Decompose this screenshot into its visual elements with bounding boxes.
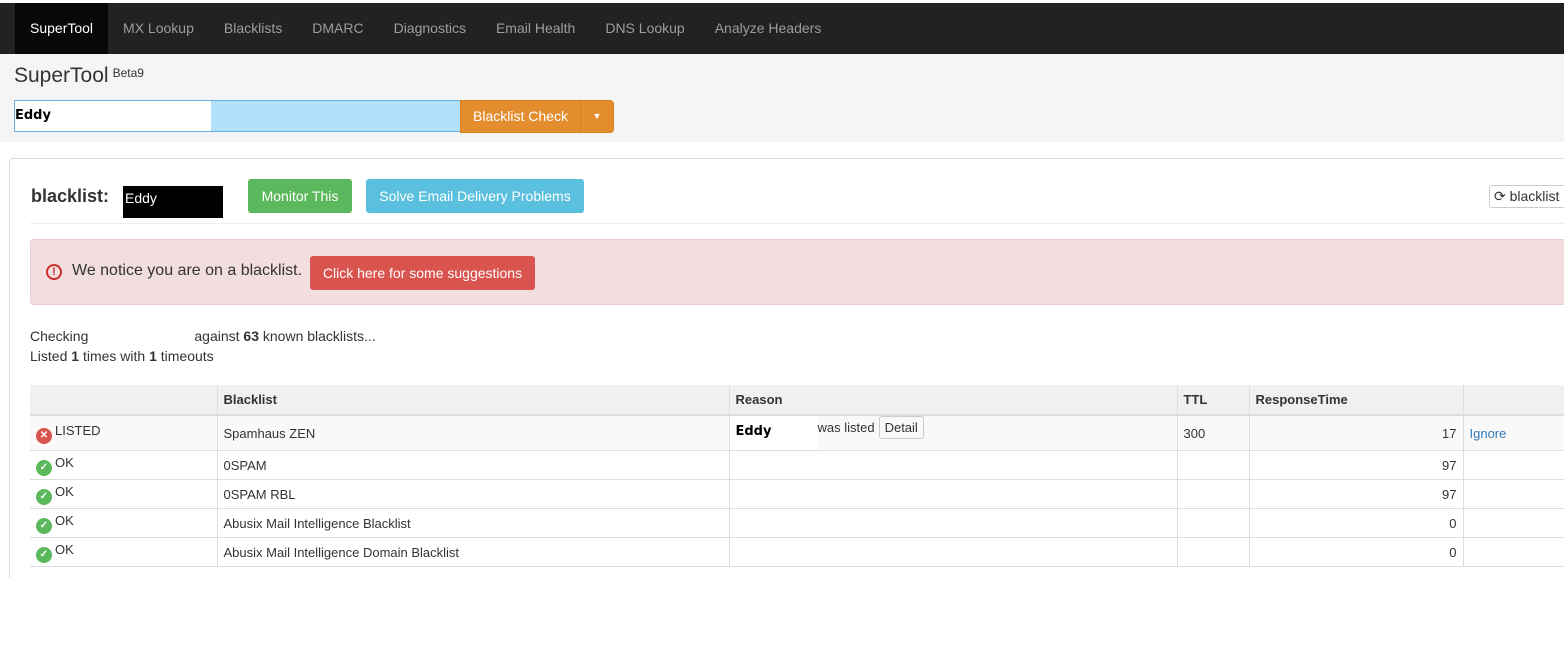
table-row: ✓ OK Abusix Mail Intelligence Domain Black… <box>30 537 1564 567</box>
divider <box>30 223 1564 224</box>
check-circle-icon: ✓ <box>36 546 52 563</box>
solve-problems-button[interactable]: Solve Email Delivery Problems <box>366 179 584 213</box>
blacklist-name: 0SPAM <box>216 450 729 480</box>
results-panel: blacklist: Eddy Monitor This Solve Email… <box>9 158 1564 578</box>
results-table: Blacklist Reason TTL ResponseTime ✕ LISTE… <box>30 385 1564 567</box>
search-input[interactable]: Eddy <box>14 100 461 132</box>
table-row: ✓ OK 0SPAM 97 <box>30 450 1564 480</box>
nav-dmarc[interactable]: DMARC <box>297 3 378 54</box>
status-text: OK <box>55 483 74 499</box>
result-label: blacklist: <box>31 186 110 206</box>
nav-dns-lookup[interactable]: DNS Lookup <box>590 3 699 54</box>
suggestions-button[interactable]: Click here for some suggestions <box>310 256 535 290</box>
title-text: SuperTool <box>14 64 109 87</box>
check-circle-icon: ✓ <box>36 517 52 534</box>
blacklist-name: Spamhaus ZEN <box>216 414 729 451</box>
blacklist-name: Abusix Mail Intelligence Domain Blacklis… <box>216 537 729 567</box>
nav-analyze-headers[interactable]: Analyze Headers <box>700 3 837 54</box>
top-nav: SuperTool MX Lookup Blacklists DMARC Dia… <box>0 3 1564 54</box>
col-response-time: ResponseTime <box>1248 385 1463 416</box>
reason-target: Eddy <box>729 416 818 450</box>
nav-diagnostics[interactable]: Diagnostics <box>379 3 481 54</box>
nav-email-health[interactable]: Email Health <box>481 3 590 54</box>
blacklist-check-button[interactable]: Blacklist Check <box>460 100 581 133</box>
ttl: 300 <box>1176 414 1249 451</box>
page-title: SuperTool Beta9 <box>14 64 144 88</box>
exclamation-icon: ! <box>46 264 62 280</box>
ignore-link[interactable]: Ignore <box>1470 426 1507 441</box>
check-circle-icon: ✓ <box>36 488 52 505</box>
col-ttl: TTL <box>1176 385 1249 416</box>
blacklist-name: Abusix Mail Intelligence Blacklist <box>216 508 729 538</box>
refresh-blacklist-button[interactable]: ⟳ blacklist <box>1489 185 1564 208</box>
table-row: ✓ OK Abusix Mail Intelligence Blacklist 0 <box>30 508 1564 538</box>
checking-summary: Checking against 63 known blacklists... <box>30 328 376 344</box>
col-status <box>30 385 217 416</box>
col-reason: Reason <box>728 385 1177 416</box>
version-badge: Beta9 <box>112 66 144 80</box>
reason-text: was listed <box>817 420 875 435</box>
alert-text: We notice you are on a blacklist. <box>72 262 303 279</box>
status-text: OK <box>55 512 74 528</box>
result-target: Eddy <box>123 186 223 218</box>
response-time: 17 <box>1248 414 1463 451</box>
response-time: 97 <box>1248 450 1463 480</box>
blacklist-name: 0SPAM RBL <box>216 479 729 509</box>
status-text: LISTED <box>55 422 101 438</box>
dropdown-caret-icon[interactable]: ▼ <box>580 100 614 133</box>
blacklist-alert: ! We notice you are on a blacklist. Clic… <box>30 239 1564 305</box>
status-text: OK <box>55 454 74 470</box>
refresh-label: blacklist <box>1509 188 1560 204</box>
nav-supertool[interactable]: SuperTool <box>15 3 109 54</box>
nav-mx-lookup[interactable]: MX Lookup <box>108 3 209 54</box>
response-time: 0 <box>1248 537 1463 567</box>
search-value: Eddy <box>15 101 211 131</box>
listed-summary: Listed 1 times with 1 timeouts <box>30 348 214 364</box>
response-time: 0 <box>1248 508 1463 538</box>
refresh-icon: ⟳ <box>1494 188 1506 204</box>
status-text: OK <box>55 541 74 557</box>
header-area: SuperTool Beta9 Eddy Blacklist Check ▼ <box>0 54 1564 142</box>
table-row: ✓ OK 0SPAM RBL 97 <box>30 479 1564 509</box>
x-circle-icon: ✕ <box>36 427 52 444</box>
table-header: Blacklist Reason TTL ResponseTime <box>30 385 1564 416</box>
response-time: 97 <box>1248 479 1463 509</box>
nav-blacklists[interactable]: Blacklists <box>209 3 297 54</box>
col-action <box>1462 385 1564 416</box>
detail-button[interactable]: Detail <box>878 416 924 439</box>
table-row: ✕ LISTED Spamhaus ZEN Eddy was listed Detai… <box>30 414 1564 451</box>
col-blacklist: Blacklist <box>216 385 729 416</box>
check-circle-icon: ✓ <box>36 459 52 476</box>
monitor-button[interactable]: Monitor This <box>248 179 352 213</box>
